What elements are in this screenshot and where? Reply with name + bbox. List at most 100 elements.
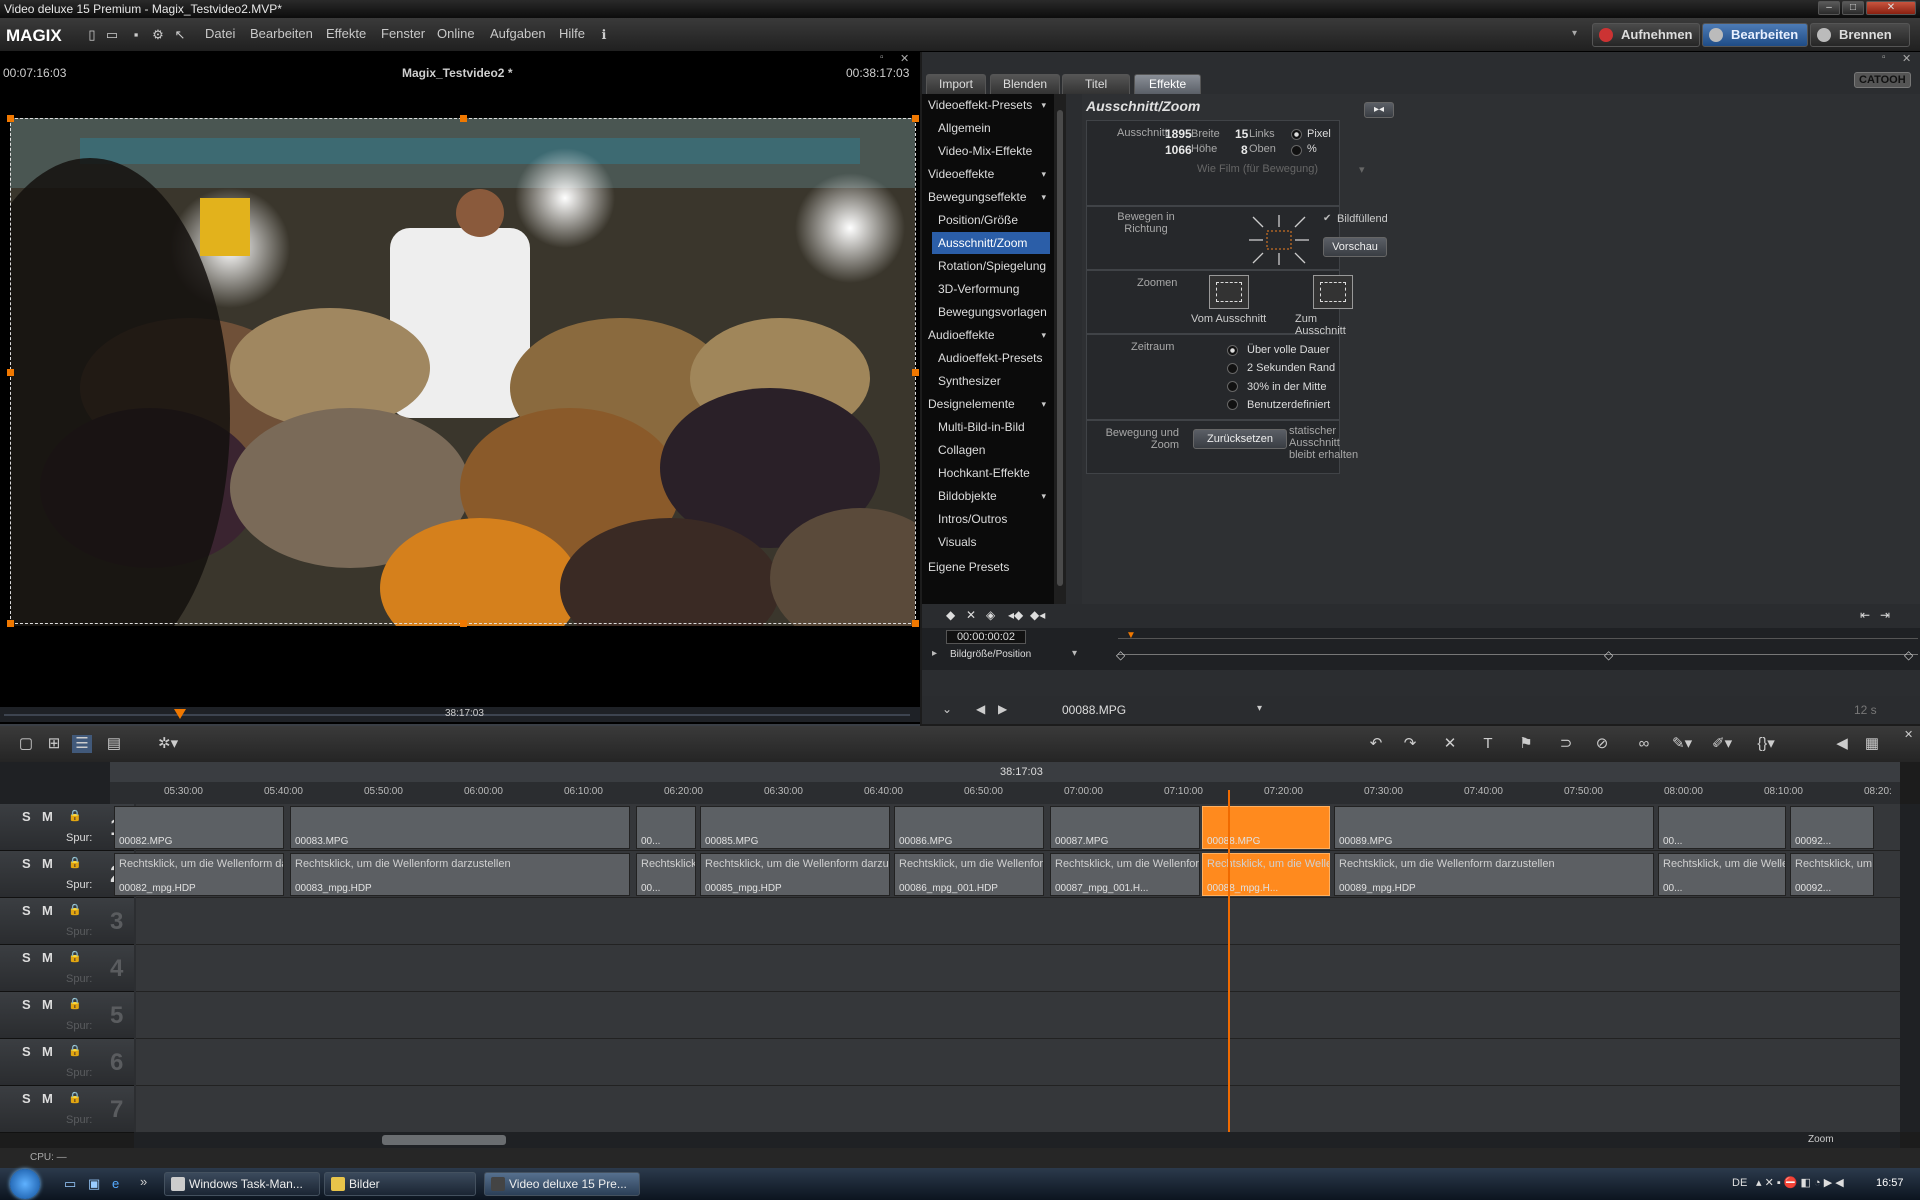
mouse-mode-icon[interactable]: ✲▾ [158, 735, 178, 753]
video-clip[interactable]: 00083.MPG [290, 806, 630, 849]
chevron-down-icon[interactable]: ▾ [1041, 186, 1046, 208]
crop-handle[interactable] [912, 620, 919, 627]
pen-icon[interactable]: ✐▾ [1712, 735, 1732, 753]
lock-icon[interactable]: 🔒 [68, 903, 82, 916]
lock-icon[interactable]: 🔒 [68, 809, 82, 822]
period-radio[interactable] [1227, 399, 1238, 410]
timeline-hscroll-thumb[interactable] [382, 1135, 506, 1145]
float-panel-icon[interactable]: ▫ [1882, 52, 1886, 63]
track-lane-6[interactable] [136, 1039, 1900, 1086]
track-lane-2[interactable]: Rechtsklick, um die Wellenform darzustel… [114, 851, 1900, 898]
keyframe-marker[interactable]: ◇ [1904, 648, 1913, 662]
audio-clip[interactable]: Rechtsklick, um die Wellenform darzustel… [1202, 853, 1330, 896]
audio-clip[interactable]: Rechtsklick, um die Wellenform darzustel… [894, 853, 1044, 896]
audio-clip[interactable]: Rechtsklick, um die Wellenform darzustel… [290, 853, 630, 896]
arrow-left-icon[interactable]: ⇤ [1860, 608, 1870, 622]
track-lane-7[interactable] [136, 1086, 1900, 1133]
effect-list-item[interactable]: Video-Mix-Effekte [922, 140, 1052, 162]
taskbar-item-bilder[interactable]: Bilder [324, 1172, 476, 1196]
video-clip[interactable]: 00... [1658, 806, 1786, 849]
zoom-label[interactable]: Zoom [1808, 1134, 1834, 1145]
chevron-down-icon[interactable]: ▾ [1257, 703, 1262, 714]
width-value[interactable]: 1895 [1165, 127, 1192, 141]
mute-button[interactable]: M [42, 1044, 53, 1059]
mute-button[interactable]: M [42, 950, 53, 965]
timeline-ruler[interactable]: 38:17:03 05:30:00 05:40:00 05:50:00 06:00:0… [110, 762, 1900, 804]
lock-icon[interactable]: 🔒 [68, 1044, 82, 1057]
audio-clip[interactable]: Rechtsklick, um die Wellenform darzustel… [1050, 853, 1200, 896]
effect-list-item[interactable]: Audioeffekt-Presets [922, 347, 1052, 369]
show-desktop-icon[interactable]: ▭ [64, 1176, 76, 1192]
audio-clip[interactable]: Rechtsklick, um die Wellenform darzustel… [1334, 853, 1654, 896]
crop-handle[interactable] [460, 620, 467, 627]
unlink-icon[interactable]: ⊘ [1592, 735, 1612, 753]
mute-button[interactable]: M [42, 856, 53, 871]
keyframe-marker[interactable]: ◇ [1116, 648, 1125, 662]
title-icon[interactable]: T [1478, 735, 1498, 753]
marker-icon[interactable]: ⚑ [1516, 735, 1536, 753]
effect-list-item[interactable]: Videoeffekt-Presets ▾ [922, 94, 1052, 116]
chevron-down-icon[interactable]: ▾ [1041, 163, 1046, 185]
period-radio[interactable] [1227, 363, 1238, 374]
effect-list-item[interactable]: Multi-Bild-in-Bild [922, 416, 1052, 438]
selected-clip-name[interactable]: 00088.MPG [1062, 703, 1126, 717]
keyframe-marker[interactable]: ◇ [1604, 648, 1613, 662]
collapse-button[interactable]: ▸◂ [1364, 102, 1394, 118]
preview-button[interactable]: Vorschau [1323, 237, 1387, 257]
link-icon[interactable]: ∞ [1634, 735, 1654, 753]
new-file-icon[interactable]: ▯ [84, 27, 100, 43]
crop-handle[interactable] [7, 369, 14, 376]
close-panel-icon[interactable]: ✕ [1902, 52, 1911, 65]
audio-clip[interactable]: Rechtsklick, um die Wellenform darzustel… [1790, 853, 1874, 896]
mute-button[interactable]: M [42, 809, 53, 824]
effect-list-item[interactable]: Allgemein [922, 117, 1052, 139]
video-clip[interactable]: 00... [636, 806, 696, 849]
menu-hilfe[interactable]: Hilfe [559, 26, 585, 41]
effect-list-item[interactable]: Audioeffekte ▾ [922, 324, 1052, 346]
chevron-down-icon[interactable]: ▾ [1041, 485, 1046, 507]
timeline-playhead[interactable] [1228, 790, 1230, 1132]
close-button[interactable]: ✕ [1866, 1, 1916, 15]
video-clip[interactable]: 00092... [1790, 806, 1874, 849]
settings-icon[interactable]: ⚙ [150, 27, 166, 43]
zoom-from-button[interactable] [1209, 275, 1249, 309]
crop-handle[interactable] [7, 115, 14, 122]
mute-button[interactable]: M [42, 1091, 53, 1106]
effect-list-item[interactable]: 3D-Verformung [922, 278, 1052, 300]
timeline-view-icon[interactable]: ☰ [72, 735, 92, 753]
arrow-right-icon[interactable]: ▶ [998, 702, 1007, 716]
float-window-icon[interactable]: ▫ [880, 52, 884, 63]
effect-list-item[interactable]: Rotation/Spiegelung [922, 255, 1052, 277]
keyframe-playhead-icon[interactable]: ▼ [1126, 630, 1136, 641]
effect-list-item[interactable]: Ausschnitt/Zoom [932, 232, 1050, 254]
menu-fenster[interactable]: Fenster [381, 26, 425, 41]
copy-keyframe-icon[interactable]: ◈ [986, 608, 995, 622]
overview-icon[interactable]: ▤ [104, 735, 124, 753]
keyframe-time-field[interactable]: 00:00:00:02 [946, 630, 1026, 644]
undo-icon[interactable]: ↶ [1366, 735, 1386, 753]
mixer-icon[interactable]: ▦ [1862, 735, 1882, 753]
minimize-button[interactable]: – [1818, 1, 1840, 15]
reset-button[interactable]: Zurücksetzen [1193, 429, 1287, 449]
effects-list-scroll-thumb[interactable] [1057, 110, 1063, 586]
effect-list-item[interactable]: Collagen [922, 439, 1052, 461]
lock-icon[interactable]: 🔒 [68, 950, 82, 963]
chevron-down-icon[interactable]: ▾ [1041, 94, 1046, 116]
audio-clip[interactable]: Rechtsklick, um die Wellenform darzustel… [700, 853, 890, 896]
preview-scrubber[interactable]: 38:17:03 [0, 707, 920, 722]
close-preview-icon[interactable]: ✕ [900, 52, 909, 65]
unit-pixel-radio[interactable] [1291, 129, 1302, 140]
video-clip[interactable]: 00087.MPG [1050, 806, 1200, 849]
crop-handle[interactable] [460, 115, 467, 122]
catooh-logo[interactable]: CATOOH [1854, 72, 1911, 88]
effect-list-item[interactable]: Visuals [922, 531, 1052, 553]
chevron-down-icon[interactable]: ▾ [1072, 648, 1077, 659]
windows-start-icon[interactable] [10, 1169, 40, 1199]
delete-icon[interactable]: ✕ [1440, 735, 1460, 753]
top-value[interactable]: 8 [1241, 143, 1248, 157]
language-indicator[interactable]: DE [1732, 1177, 1747, 1189]
delete-keyframe-icon[interactable]: ✕ [966, 608, 976, 622]
lock-icon[interactable]: 🔒 [68, 1091, 82, 1104]
maximize-button[interactable]: □ [1842, 1, 1864, 15]
left-value[interactable]: 15 [1235, 127, 1248, 141]
